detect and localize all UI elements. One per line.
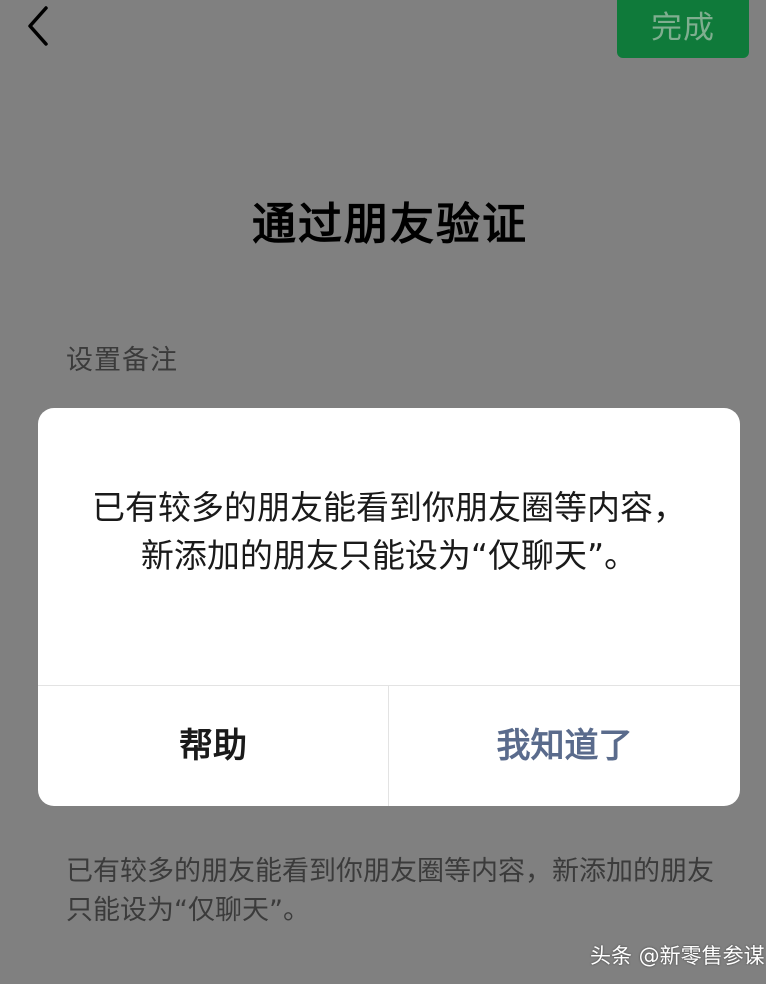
footer-note: 已有较多的朋友能看到你朋友圈等内容，新添加的朋友只能设为“仅聊天”。 <box>66 856 714 926</box>
back-button[interactable] <box>22 4 62 48</box>
alert-dialog: 已有较多的朋友能看到你朋友圈等内容，新添加的朋友只能设为“仅聊天”。 帮助 我知… <box>38 408 740 806</box>
remark-label: 设置备注 <box>66 345 178 376</box>
chevron-left-icon <box>28 6 48 46</box>
help-button[interactable]: 帮助 <box>38 686 388 806</box>
done-button[interactable]: 完成 <box>617 0 749 58</box>
watermark: 头条 @新零售参谋 <box>590 944 765 968</box>
screen: 完成 通过朋友验证 设置备注 已有较多的朋友能看到你朋友圈等内容，新添加的朋友只… <box>0 0 766 984</box>
page-title: 通过朋友验证 <box>252 199 528 250</box>
ok-button[interactable]: 我知道了 <box>389 686 740 806</box>
dialog-message: 已有较多的朋友能看到你朋友圈等内容，新添加的朋友只能设为“仅聊天”。 <box>92 488 686 575</box>
